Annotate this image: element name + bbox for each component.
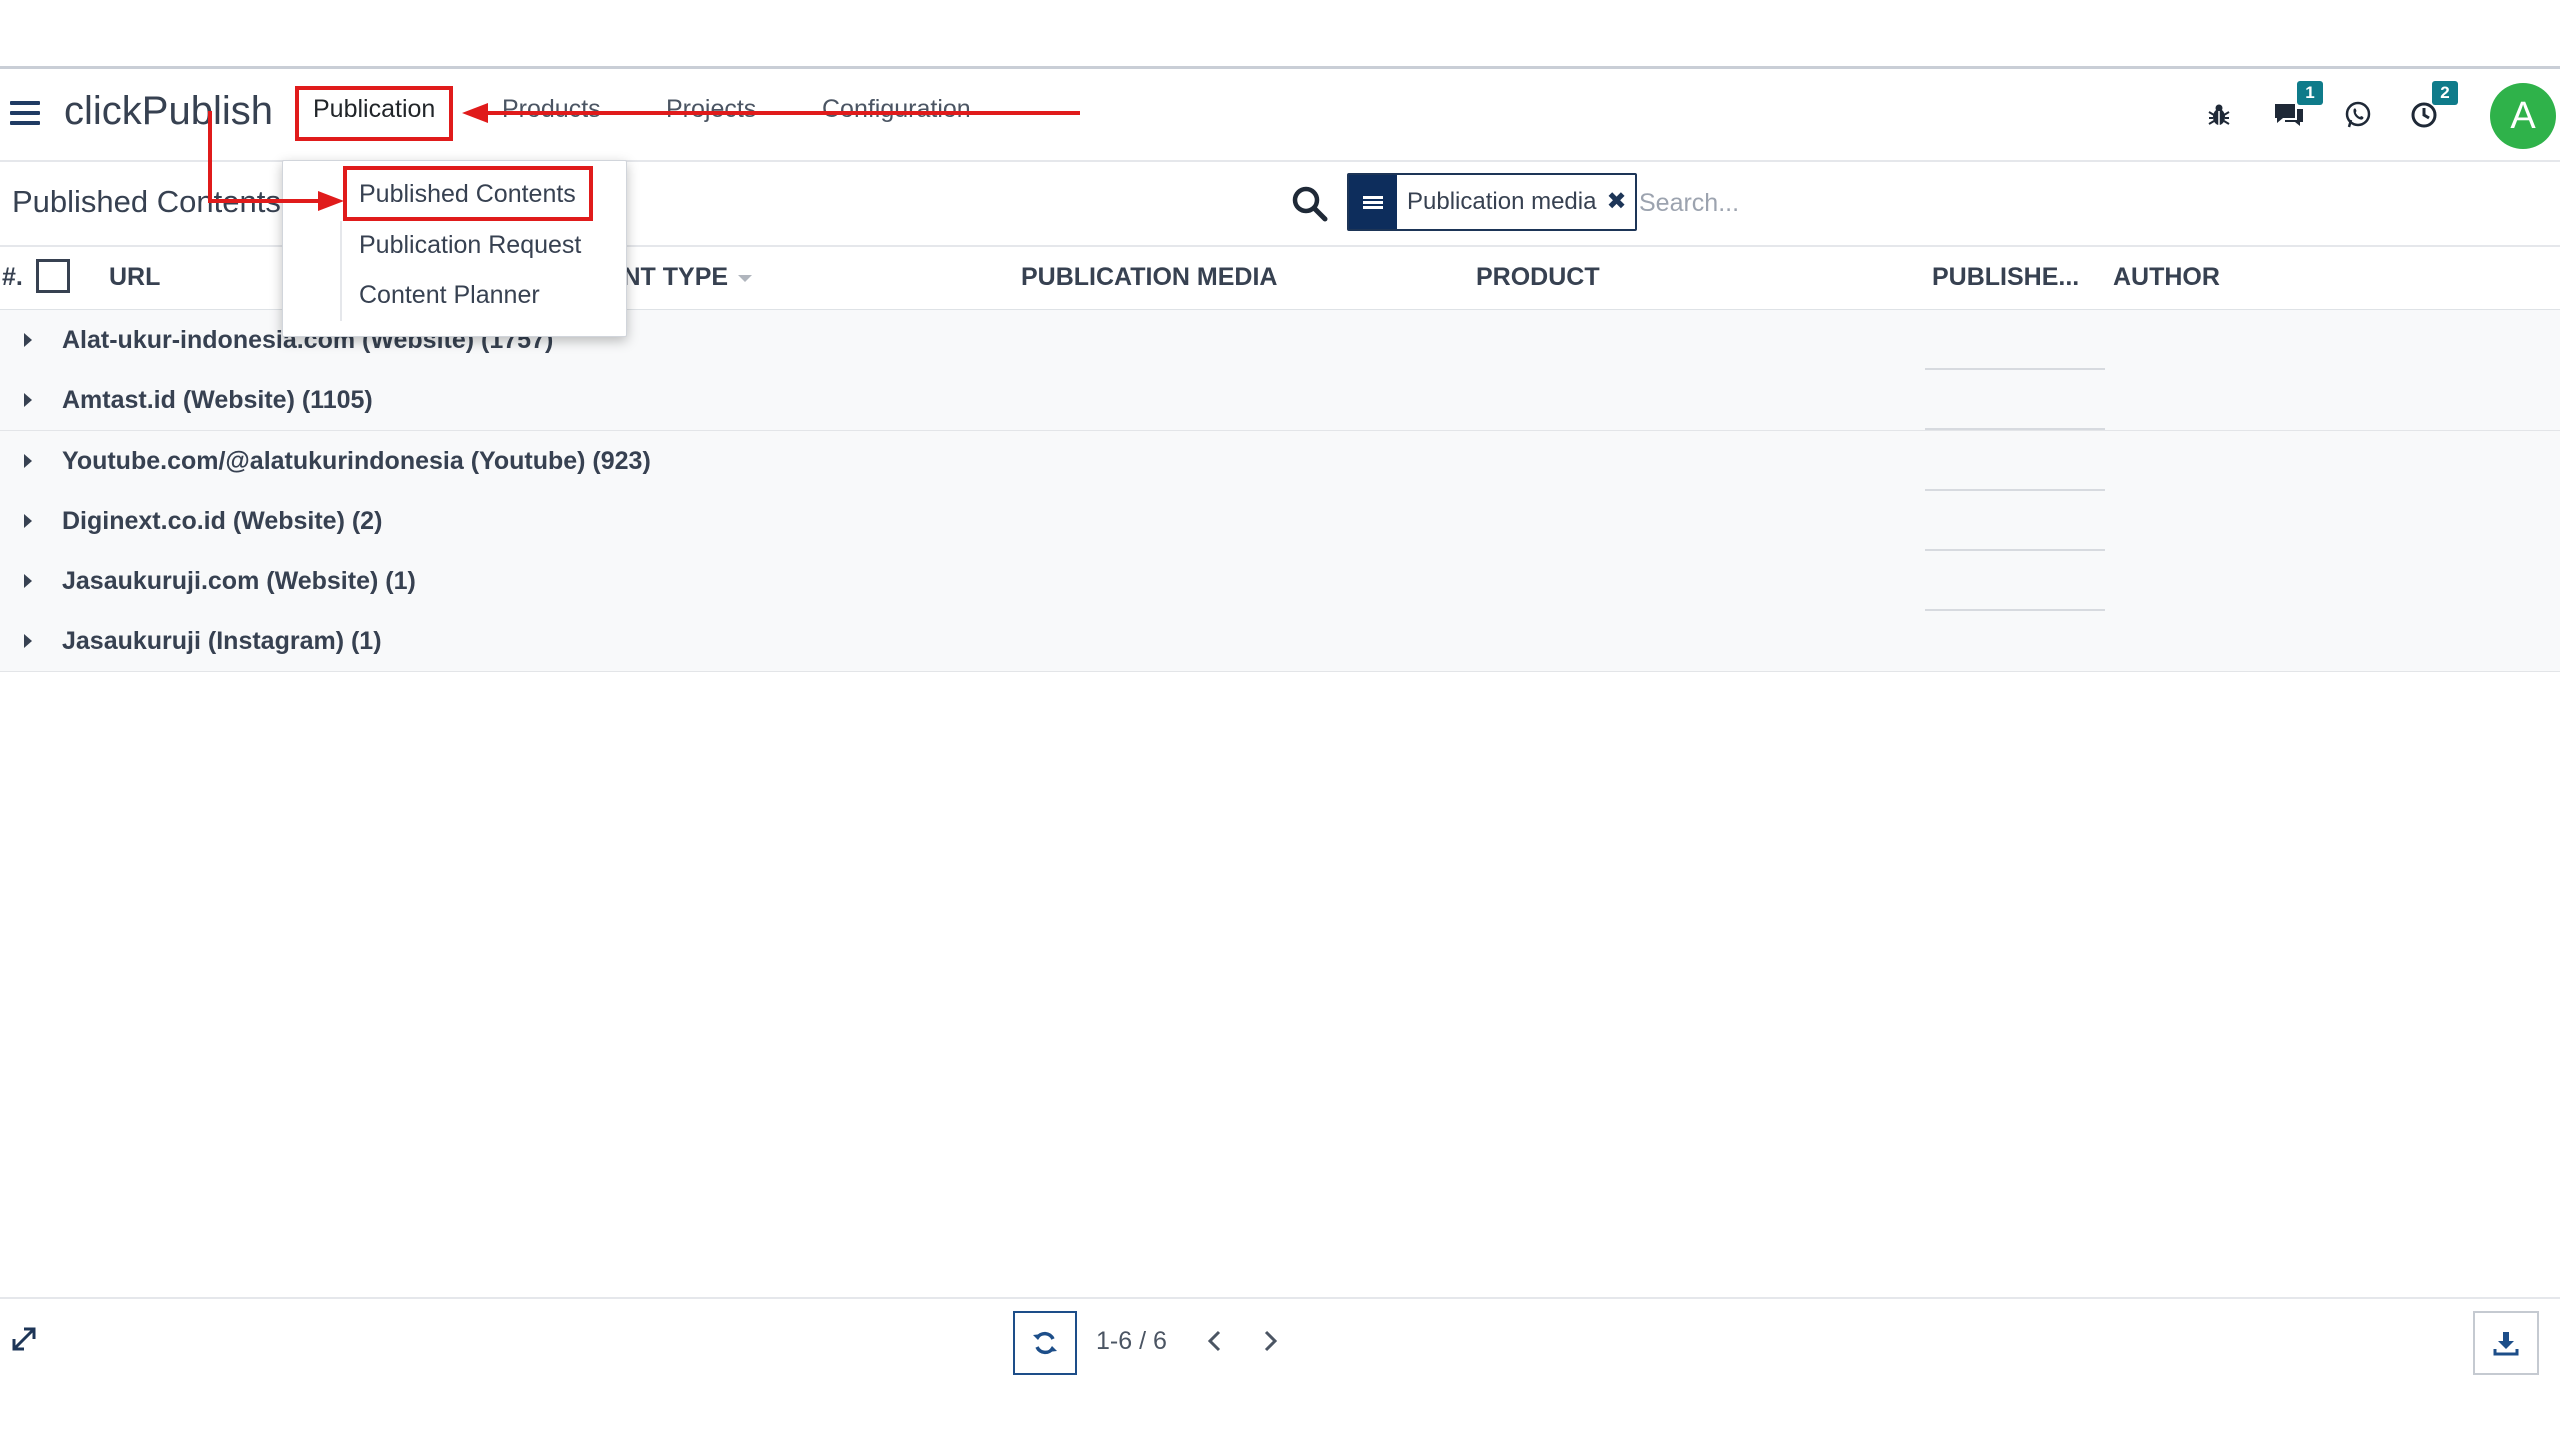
nav-menu-products[interactable]: Products: [502, 95, 601, 124]
search-facet[interactable]: Publication media ✖: [1347, 173, 1637, 231]
refresh-icon: [1033, 1331, 1057, 1355]
download-icon: [2493, 1332, 2519, 1356]
expand-icon[interactable]: [10, 1325, 38, 1353]
group-label: Diginext.co.id (Website) (2): [62, 507, 383, 535]
footer-bar: 1-6 / 6: [0, 1297, 2560, 1442]
messages-icon[interactable]: 1: [2265, 81, 2323, 139]
facet-label: Publication media: [1397, 175, 1607, 229]
header-publication-media[interactable]: PUBLICATION MEDIA: [1021, 263, 1277, 292]
annotation-arrowhead-icon: [462, 103, 488, 123]
search-icon[interactable]: [1290, 184, 1330, 224]
group-label: Jasaukuruji.com (Website) (1): [62, 567, 416, 595]
group-cell: [1925, 370, 2105, 430]
annotation-arrowhead-icon: [318, 191, 344, 211]
search-box: Publication media ✖: [1347, 173, 2537, 233]
debug-bug-icon[interactable]: [2195, 91, 2243, 139]
caret-right-icon: [24, 514, 32, 528]
group-label: Jasaukuruji (Instagram) (1): [62, 627, 382, 655]
group-row[interactable]: Youtube.com/@alatukurindonesia (Youtube)…: [0, 431, 2560, 492]
menu-item-publication-request[interactable]: Publication Request: [359, 231, 581, 260]
browser-chrome-gap: [0, 0, 2560, 69]
caret-right-icon: [24, 393, 32, 407]
caret-right-icon: [24, 333, 32, 347]
search-input[interactable]: [1637, 173, 2521, 233]
annotation-box-publication: [295, 86, 453, 141]
header-author[interactable]: AUTHOR: [2113, 263, 2220, 292]
header-index: #.: [2, 263, 23, 291]
sort-caret-icon: [738, 274, 753, 282]
caret-right-icon: [24, 454, 32, 468]
group-row[interactable]: Jasaukuruji (Instagram) (1): [0, 611, 2560, 672]
activities-clock-icon[interactable]: 2: [2400, 81, 2458, 139]
annotation-box-published-contents: [343, 166, 593, 221]
app-brand[interactable]: clickPublish: [64, 89, 273, 134]
group-label: Amtast.id (Website) (1105): [62, 386, 373, 414]
group-row[interactable]: Jasaukuruji.com (Website) (1): [0, 551, 2560, 612]
whatsapp-icon[interactable]: [2334, 91, 2382, 139]
dropdown-divider: [340, 221, 342, 321]
nav-menu-projects[interactable]: Projects: [666, 95, 756, 124]
pager-value[interactable]: 1-6 / 6: [1096, 1327, 1167, 1356]
group-cell: [1925, 431, 2105, 491]
group-cell: [1925, 491, 2105, 551]
group-cell: [1925, 310, 2105, 370]
annotation-arrow-line: [480, 111, 1080, 115]
menu-item-content-planner[interactable]: Content Planner: [359, 281, 540, 310]
user-avatar[interactable]: A: [2490, 83, 2556, 149]
header-product[interactable]: PRODUCT: [1476, 263, 1600, 292]
pager-previous-icon[interactable]: [1203, 1329, 1227, 1353]
caret-right-icon: [24, 634, 32, 648]
messages-badge: 1: [2297, 81, 2323, 105]
nav-menu-configuration[interactable]: Configuration: [822, 95, 971, 124]
facet-remove-icon[interactable]: ✖: [1606, 175, 1634, 229]
group-row[interactable]: Amtast.id (Website) (1105): [0, 370, 2560, 431]
header-url[interactable]: URL: [109, 263, 160, 292]
caret-right-icon: [24, 574, 32, 588]
download-button[interactable]: [2473, 1311, 2539, 1375]
group-cell: [1925, 551, 2105, 611]
header-published[interactable]: PUBLISHE...: [1932, 263, 2079, 292]
group-row[interactable]: Diginext.co.id (Website) (2): [0, 491, 2560, 552]
annotation-connector-line: [208, 111, 212, 203]
annotation-connector-line: [208, 199, 328, 203]
group-label: Youtube.com/@alatukurindonesia (Youtube)…: [62, 447, 651, 475]
apps-menu-icon[interactable]: [10, 101, 40, 127]
activities-badge: 2: [2432, 81, 2458, 105]
group-by-list-icon: [1349, 175, 1397, 229]
select-all-checkbox[interactable]: [36, 259, 70, 293]
refresh-button[interactable]: [1013, 1311, 1077, 1375]
pager-next-icon[interactable]: [1258, 1329, 1282, 1353]
